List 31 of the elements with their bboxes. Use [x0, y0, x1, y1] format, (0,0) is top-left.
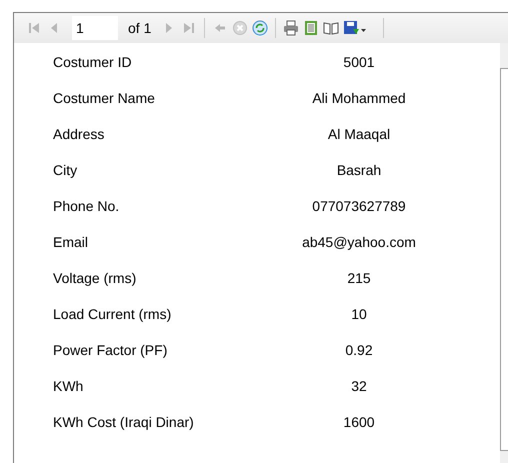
field-value: ab45@yahoo.com [301, 234, 417, 250]
field-value: 215 [346, 270, 372, 286]
field-value: 5001 [342, 54, 376, 70]
page-setup-icon[interactable] [323, 20, 340, 36]
field-label: Costumer Name [52, 90, 156, 106]
printer-icon[interactable] [283, 20, 300, 36]
field-label: KWh [52, 378, 84, 394]
field-label: Email [52, 234, 90, 250]
field-value: 10 [350, 306, 368, 322]
field-label: City [52, 162, 78, 178]
field-value: Ali Mohammed [311, 90, 407, 106]
field-value: 077073627789 [311, 198, 407, 214]
field-value: 0.92 [344, 342, 374, 358]
refresh-icon[interactable] [252, 20, 268, 36]
save-icon[interactable] [343, 20, 368, 36]
page-number-field[interactable]: 1 [72, 16, 118, 40]
field-value: Al Maaqal [326, 126, 392, 142]
stop-icon[interactable] [232, 20, 248, 36]
field-label: Costumer ID [52, 54, 133, 70]
page-layout-icon[interactable] [303, 20, 320, 36]
field-label: KWh Cost (Iraqi Dinar) [52, 414, 195, 430]
first-page-icon[interactable] [26, 20, 42, 36]
field-label: Load Current (rms) [52, 306, 172, 322]
field-label: Power Factor (PF) [52, 342, 168, 358]
field-value: 1600 [342, 414, 376, 430]
field-label: Phone No. [52, 198, 120, 214]
field-label: Address [52, 126, 106, 142]
field-value: 32 [350, 378, 368, 394]
field-value: Basrah [336, 162, 382, 178]
field-label: Voltage (rms) [52, 270, 138, 286]
page-count: of 1 [128, 20, 152, 36]
